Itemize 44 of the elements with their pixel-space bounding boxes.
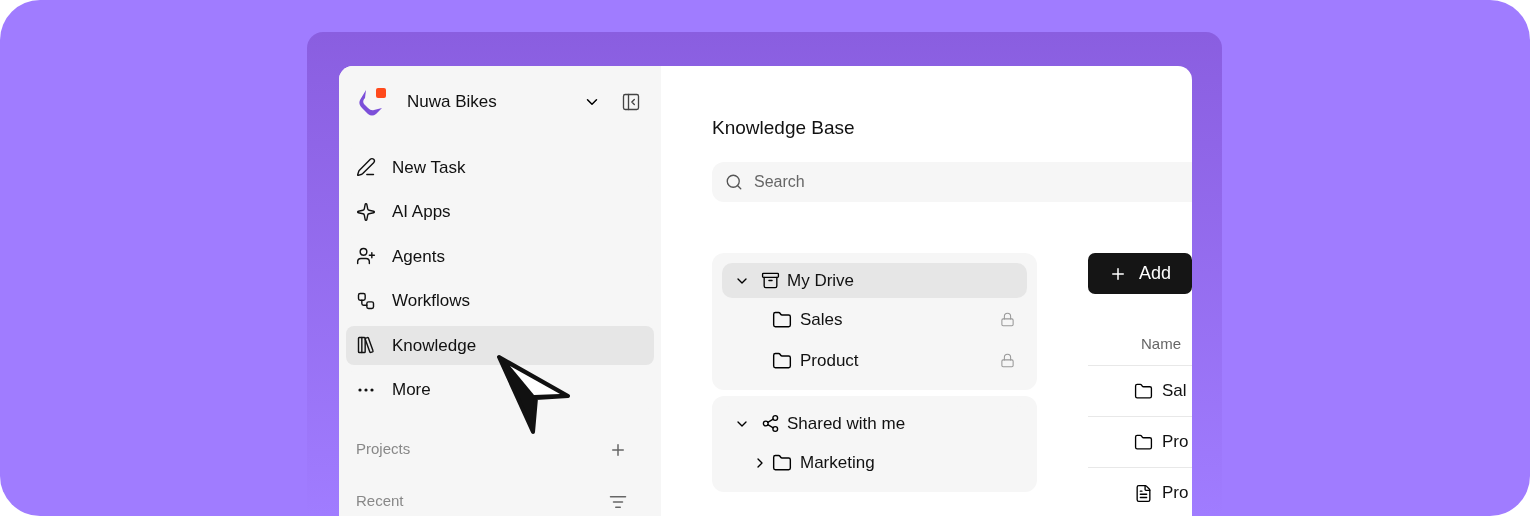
folder-icon: [772, 350, 792, 371]
nav-label: New Task: [392, 156, 466, 179]
nav-item[interactable]: Knowledge: [346, 326, 654, 365]
logo-icon: [356, 86, 388, 118]
search-field[interactable]: Search: [712, 162, 1192, 202]
tree-label: Marketing: [800, 451, 875, 474]
nav-label: AI Apps: [392, 201, 451, 224]
table-cell-text: Pro: [1162, 431, 1189, 454]
add-button[interactable]: Add: [1088, 253, 1192, 294]
sidebar-toggle-icon[interactable]: [621, 92, 641, 112]
tree-item[interactable]: Marketing: [722, 441, 1027, 484]
table-cell-text: Sal: [1162, 380, 1187, 403]
workspace-name: Nuwa Bikes: [407, 91, 497, 114]
section-label: Recent: [356, 491, 404, 512]
tree-label: Shared with me: [787, 412, 906, 435]
nav-label: Knowledge: [392, 334, 477, 357]
tree-item[interactable]: My Drive: [722, 263, 1027, 298]
nav-label: More: [392, 379, 431, 402]
file-icon: [1134, 483, 1153, 503]
share-icon: [761, 414, 780, 433]
folder-icon: [1134, 432, 1153, 452]
column-header: Name: [1141, 334, 1181, 355]
nav-label: Workflows: [392, 290, 471, 313]
workflow-icon: [356, 290, 376, 311]
tree-item[interactable]: Product: [722, 339, 1027, 382]
table-cell-text: Pro: [1162, 482, 1189, 505]
archive-icon: [761, 271, 780, 290]
tree-item[interactable]: Sales: [722, 298, 1027, 341]
tree-label: Sales: [800, 308, 843, 331]
books-icon: [356, 335, 376, 356]
folder-icon: [772, 309, 792, 330]
folder-icon: [772, 452, 792, 473]
page-title: Knowledge Base: [712, 116, 856, 140]
user-plus-icon: [356, 246, 376, 267]
section-label: Projects: [356, 439, 411, 460]
sparkle-icon: [356, 201, 376, 222]
tree-label: Product: [800, 349, 859, 372]
tree-label: My Drive: [787, 269, 855, 292]
cursor-icon: [496, 354, 572, 436]
folder-icon: [1134, 381, 1153, 401]
ellipsis-icon: [358, 387, 374, 392]
pen-icon: [356, 157, 376, 178]
search-icon: [725, 173, 743, 191]
nav-label: Agents: [392, 245, 445, 268]
